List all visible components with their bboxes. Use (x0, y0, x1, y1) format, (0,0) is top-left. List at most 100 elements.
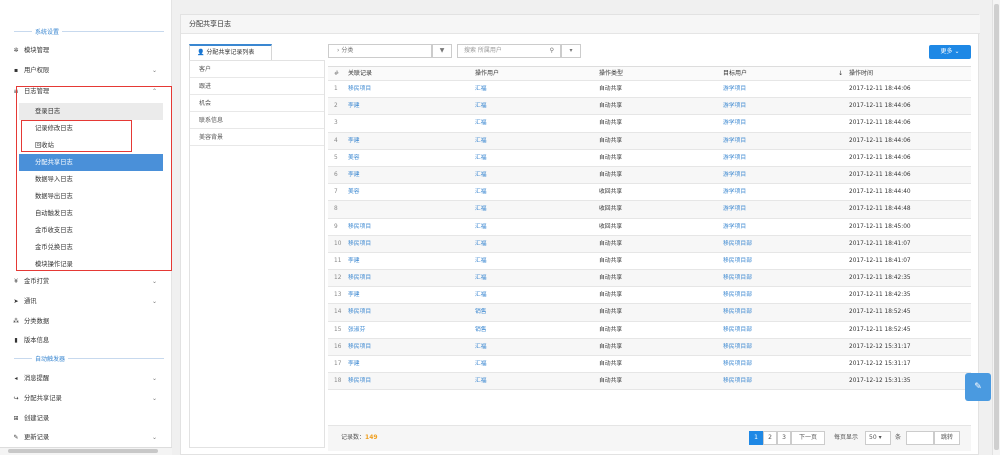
cell-related-record[interactable]: 李建 (348, 98, 360, 115)
module-item-followup[interactable]: 跟进 (190, 78, 324, 95)
sidebar-item-version[interactable]: ▮ 版本信息 (0, 332, 172, 349)
cell-target-user[interactable]: 游学项目 (723, 133, 746, 150)
cell-operator[interactable]: 汇福 (475, 373, 487, 390)
cell-target-user[interactable]: 移民项目部 (723, 339, 752, 356)
table-row[interactable]: 15 张淑芬 销售 自动共享 移民项目部 2017-12-11 18:52:45 (328, 322, 971, 339)
sidebar-horizontal-scrollbar[interactable] (0, 447, 172, 455)
table-row[interactable]: 13 李建 汇福 自动共享 移民项目部 2017-12-11 18:42:35 (328, 287, 971, 305)
cell-related-record[interactable]: 移民项目 (348, 219, 371, 236)
cell-related-record[interactable]: 李建 (348, 287, 360, 304)
cell-related-record[interactable]: 李建 (348, 356, 360, 373)
cell-related-record[interactable]: 移民项目 (348, 236, 371, 253)
table-row[interactable]: 14 移民项目 销售 自动共享 移民项目部 2017-12-11 18:52:45 (328, 304, 971, 322)
cell-target-user[interactable]: 游学项目 (723, 115, 746, 132)
page-2-button[interactable]: 2 (763, 431, 777, 445)
cell-target-user[interactable]: 游学项目 (723, 81, 746, 98)
table-row[interactable]: 3 汇福 自动共享 游学项目 2017-12-11 18:44:06 (328, 115, 971, 133)
cell-target-user[interactable]: 移民项目部 (723, 304, 752, 321)
cell-operator[interactable]: 汇福 (475, 201, 487, 218)
sidebar-item-module-mgmt[interactable]: ✲ 模块管理 (0, 42, 172, 59)
table-row[interactable]: 16 移民项目 汇福 自动共享 移民项目部 2017-12-12 15:31:17 (328, 338, 971, 356)
cell-target-user[interactable]: 游学项目 (723, 167, 746, 184)
cell-operator[interactable]: 汇福 (475, 339, 487, 356)
table-row[interactable]: 11 李建 汇福 自动共享 移民项目部 2017-12-11 18:41:07 (328, 253, 971, 271)
sidebar-item-share-record[interactable]: ↪ 分配共享记录 ⌄ (0, 390, 172, 407)
cell-related-record[interactable]: 李建 (348, 167, 360, 184)
cell-target-user[interactable]: 移民项目部 (723, 373, 752, 390)
table-row[interactable]: 8 汇福 收回共享 游学项目 2017-12-11 18:44:48 (328, 201, 971, 219)
sidebar-item-coin-reward[interactable]: ¥ 金币打赏 ⌄ (0, 273, 172, 290)
sidebar-item-comm[interactable]: ➤ 通讯 ⌄ (0, 293, 172, 310)
filter-funnel-button[interactable]: ▼ (432, 44, 452, 58)
tab-share-record-list[interactable]: 👤 分配共享记录列表 (189, 44, 272, 60)
cell-target-user[interactable]: 移民项目部 (723, 253, 752, 270)
cell-target-user[interactable]: 游学项目 (723, 219, 746, 236)
cell-related-record[interactable]: 美容 (348, 184, 360, 201)
sidebar-item-user-perm[interactable]: ▪ 用户权限 ⌄ (0, 62, 172, 79)
table-row[interactable]: 10 移民项目 汇福 自动共享 移民项目部 2017-12-11 18:41:07 (328, 235, 971, 253)
sort-desc-icon[interactable]: ↓ (838, 67, 843, 81)
cell-related-record[interactable]: 美容 (348, 150, 360, 167)
cell-related-record[interactable]: 移民项目 (348, 270, 371, 287)
sidebar-item-update-record[interactable]: ✎ 更新记录 ⌄ (0, 429, 172, 446)
cell-operator[interactable]: 汇福 (475, 184, 487, 201)
col-header-record[interactable]: 关联记录 (348, 67, 372, 81)
table-row[interactable]: 9 移民项目 汇福 收回共享 游学项目 2017-12-11 18:45:00 (328, 219, 971, 236)
col-header-user[interactable]: 操作用户 (475, 67, 499, 81)
cell-operator[interactable]: 汇福 (475, 236, 487, 253)
more-button[interactable]: 更多 ⌄ (929, 45, 971, 59)
cell-operator[interactable]: 汇福 (475, 253, 487, 270)
cell-operator[interactable]: 汇福 (475, 219, 487, 236)
cell-related-record[interactable]: 移民项目 (348, 373, 371, 390)
table-row[interactable]: 7 美容 汇福 收回共享 游学项目 2017-12-11 18:44:40 (328, 184, 971, 202)
cell-operator[interactable]: 销售 (475, 322, 487, 339)
cell-target-user[interactable]: 移民项目部 (723, 287, 752, 304)
sidebar-item-create-record[interactable]: ⊞ 创建记录 (0, 410, 172, 427)
cell-related-record[interactable]: 李建 (348, 253, 360, 270)
cell-related-record[interactable]: 李建 (348, 133, 360, 150)
search-input[interactable]: 搜索 所属用户 ⚲ (457, 44, 561, 58)
cell-target-user[interactable]: 移民项目部 (723, 236, 752, 253)
cell-target-user[interactable]: 移民项目部 (723, 270, 752, 287)
cell-operator[interactable]: 汇福 (475, 115, 487, 132)
edit-float-button[interactable]: ✎ (965, 373, 991, 401)
module-item-customer[interactable]: 客户 (190, 61, 324, 78)
col-header-time[interactable]: 操作时间 (849, 67, 873, 81)
cell-related-record[interactable]: 移民项目 (348, 339, 371, 356)
cell-related-record[interactable]: 移民项目 (348, 304, 371, 321)
page-vertical-scrollbar[interactable] (992, 0, 1000, 455)
jump-button[interactable]: 跳转 (934, 431, 960, 445)
sidebar-item-category[interactable]: ⁂ 分类数据 (0, 313, 172, 330)
cell-operator[interactable]: 汇福 (475, 167, 487, 184)
table-row[interactable]: 5 美容 汇福 自动共享 游学项目 2017-12-11 18:44:06 (328, 150, 971, 167)
cell-operator[interactable]: 汇福 (475, 150, 487, 167)
table-row[interactable]: 6 李建 汇福 自动共享 游学项目 2017-12-11 18:44:06 (328, 166, 971, 185)
table-row[interactable]: 17 李建 汇福 自动共享 移民项目部 2017-12-12 15:31:17 (328, 356, 971, 374)
cell-operator[interactable]: 汇福 (475, 133, 487, 150)
table-row[interactable]: 1 移民项目 汇福 自动共享 游学项目 2017-12-11 18:44:06 (328, 81, 971, 99)
table-row[interactable]: 12 移民项目 汇福 自动共享 移民项目部 2017-12-11 18:42:35 (328, 270, 971, 288)
page-1-button[interactable]: 1 (749, 431, 763, 445)
page-3-button[interactable]: 3 (777, 431, 791, 445)
cell-target-user[interactable]: 移民项目部 (723, 322, 752, 339)
cell-operator[interactable]: 汇福 (475, 81, 487, 98)
cell-target-user[interactable]: 游学项目 (723, 201, 746, 218)
next-page-button[interactable]: 下一页 (791, 431, 825, 445)
cell-operator[interactable]: 汇福 (475, 98, 487, 115)
cell-target-user[interactable]: 游学项目 (723, 98, 746, 115)
cell-target-user[interactable]: 游学项目 (723, 150, 746, 167)
col-header-target[interactable]: 目标用户 (723, 67, 747, 81)
cell-operator[interactable]: 汇福 (475, 356, 487, 373)
cell-target-user[interactable]: 移民项目部 (723, 356, 752, 373)
cell-related-record[interactable]: 移民项目 (348, 81, 371, 98)
table-row[interactable]: 4 李建 汇福 自动共享 游学项目 2017-12-11 18:44:06 (328, 132, 971, 150)
cell-operator[interactable]: 汇福 (475, 287, 487, 304)
cell-related-record[interactable]: 张淑芬 (348, 322, 365, 339)
cell-target-user[interactable]: 游学项目 (723, 184, 746, 201)
page-jump-input[interactable] (906, 431, 934, 445)
col-header-type[interactable]: 操作类型 (599, 67, 623, 81)
module-item-beauty[interactable]: 美容背景 (190, 129, 324, 146)
table-row[interactable]: 18 移民项目 汇福 自动共享 移民项目部 2017-12-12 15:31:35 (328, 373, 971, 391)
cell-operator[interactable]: 汇福 (475, 270, 487, 287)
module-item-contact[interactable]: 联系信息 (190, 112, 324, 129)
